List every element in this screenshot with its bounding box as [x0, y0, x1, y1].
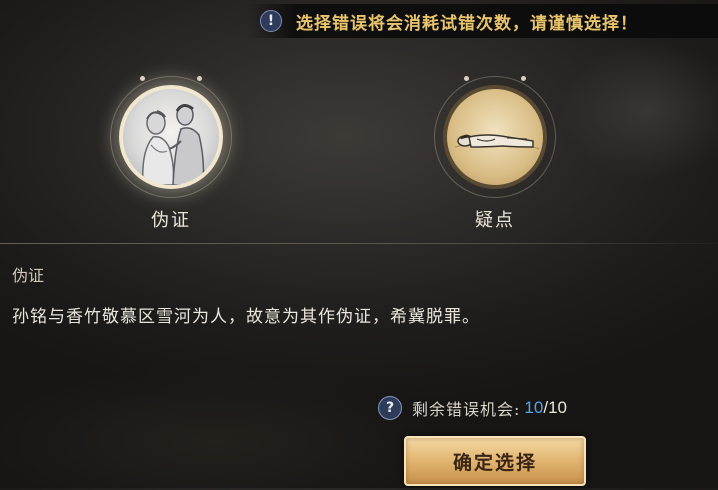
background-glow — [560, 40, 718, 180]
detail-description: 孙铭与香竹敬慕区雪河为人，故意为其作伪证，希冀脱罪。 — [12, 307, 480, 327]
clue-label: 伪证 — [151, 210, 191, 231]
question-icon[interactable]: ? — [378, 396, 402, 420]
exclamation-icon: ! — [260, 10, 282, 32]
clue-option-doubt[interactable]: 疑点 — [430, 72, 560, 232]
chances-current: 10 — [524, 398, 544, 417]
confirm-selection-button[interactable]: 确定选择 — [404, 436, 586, 486]
clue-image-two-figures — [119, 85, 223, 189]
section-divider — [0, 243, 718, 244]
detail-title: 伪证 — [12, 266, 45, 285]
warning-banner: ! 选择错误将会消耗试错次数，请谨慎选择！ — [248, 4, 718, 38]
clue-medallion[interactable] — [106, 72, 236, 202]
ring-dot — [140, 76, 145, 81]
clue-option-false-testimony[interactable]: 伪证 — [106, 72, 236, 232]
chances-counter: 10/10 — [524, 398, 567, 418]
clue-medallion[interactable] — [430, 72, 560, 202]
two-figures-sketch-icon — [141, 104, 205, 185]
ring-dot — [521, 76, 526, 81]
remaining-chances: ? 剩余错误机会: 10/10 — [378, 396, 567, 420]
ring-dot — [464, 76, 469, 81]
chances-label: 剩余错误机会: — [412, 400, 521, 419]
chances-max: 10 — [548, 398, 567, 417]
ring-dot — [197, 76, 202, 81]
background-shade — [0, 330, 718, 490]
clue-label: 疑点 — [475, 210, 515, 231]
clue-image-lying-figure — [443, 85, 547, 189]
confirm-button-label: 确定选择 — [452, 451, 537, 474]
lying-figure-sketch-icon — [454, 134, 540, 150]
warning-text: 选择错误将会消耗试错次数，请谨慎选择！ — [296, 13, 638, 34]
